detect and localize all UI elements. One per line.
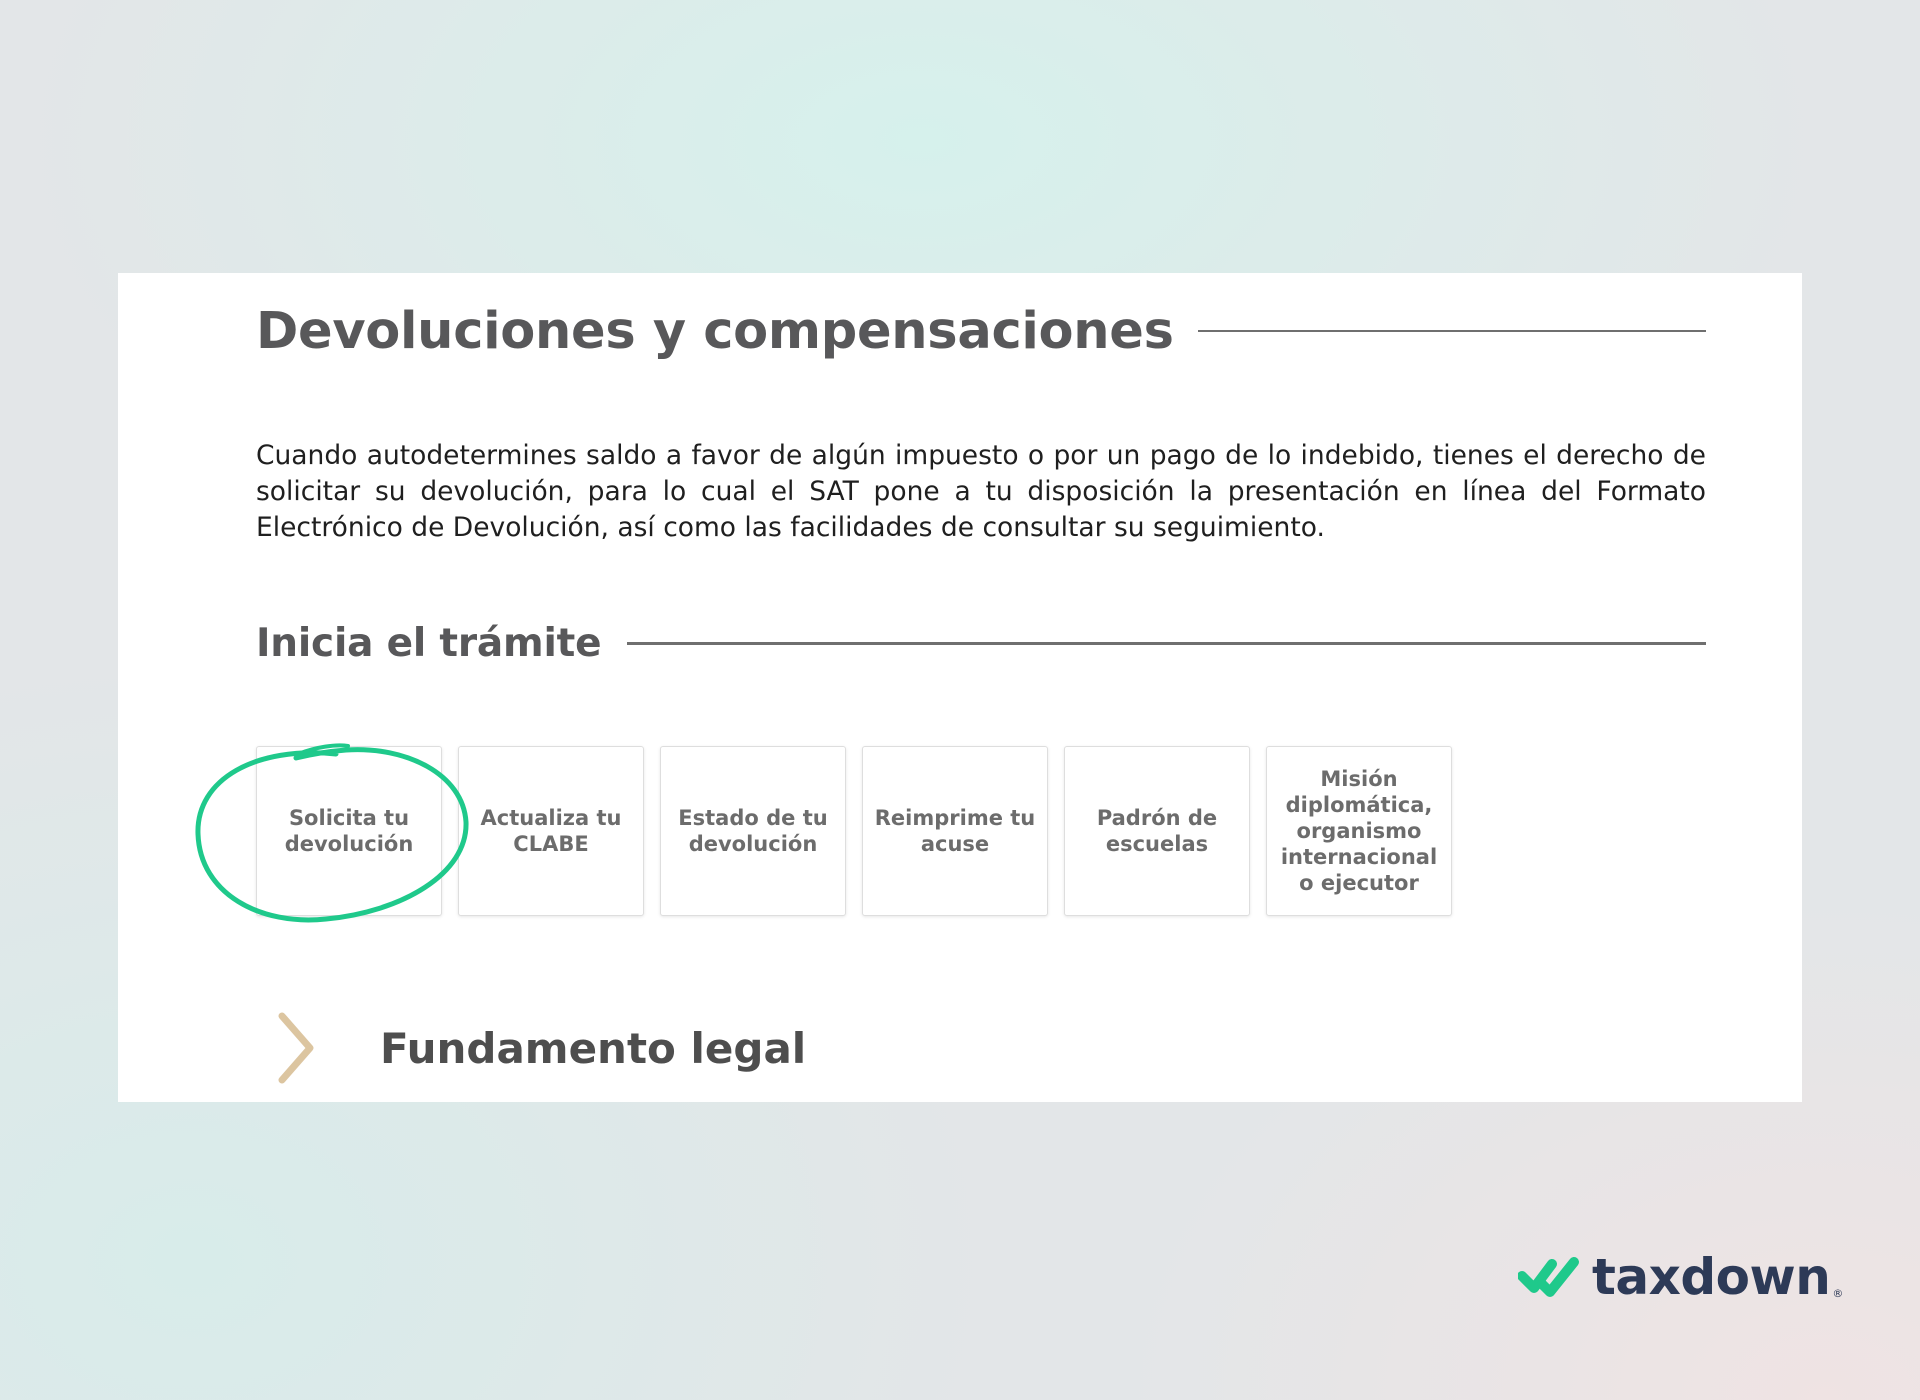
intro-paragraph: Cuando autodetermines saldo a favor de a…	[256, 440, 1706, 543]
page-heading: Devoluciones y compensaciones	[256, 295, 1706, 367]
card-padron-escuelas[interactable]: Padrón de escuelas	[1064, 746, 1250, 916]
card-label: Estado de tu devolución	[678, 806, 828, 856]
card-label: Actualiza tu CLABE	[480, 806, 622, 856]
card-solicita-devolucion[interactable]: Solicita tu devolución	[256, 746, 442, 916]
card-label: Misión diplomática, organismo internacio…	[1280, 767, 1438, 895]
card-actualiza-clabe[interactable]: Actualiza tu CLABE	[458, 746, 644, 916]
fundamento-legal-accordion[interactable]: Fundamento legal	[266, 1008, 806, 1088]
card-label: Solicita tu devolución	[284, 806, 414, 856]
tramite-heading: Inicia el trámite	[256, 613, 1706, 673]
taxdown-logo: taxdown ®	[1518, 1248, 1843, 1306]
card-mision-diplomatica[interactable]: Misión diplomática, organismo internacio…	[1266, 746, 1452, 916]
registered-mark: ®	[1832, 1287, 1844, 1300]
heading-divider	[1197, 330, 1706, 332]
brand-wordmark: taxdown	[1592, 1248, 1831, 1306]
page-title: Devoluciones y compensaciones	[256, 301, 1174, 361]
content-panel: Devoluciones y compensaciones Cuando aut…	[118, 273, 1802, 1102]
tramite-title: Inicia el trámite	[256, 620, 602, 666]
tramite-divider	[627, 641, 1706, 645]
card-label: Reimprime tu acuse	[874, 806, 1036, 856]
chevron-right-icon	[278, 1012, 314, 1084]
fundamento-legal-label: Fundamento legal	[380, 1023, 807, 1073]
card-label: Padrón de escuelas	[1096, 806, 1218, 856]
taxdown-check-icon	[1518, 1257, 1579, 1297]
card-estado-devolucion[interactable]: Estado de tu devolución	[660, 746, 846, 916]
card-reimprime-acuse[interactable]: Reimprime tu acuse	[862, 746, 1048, 916]
tramite-cards: Solicita tu devolución Actualiza tu CLAB…	[256, 746, 1452, 916]
